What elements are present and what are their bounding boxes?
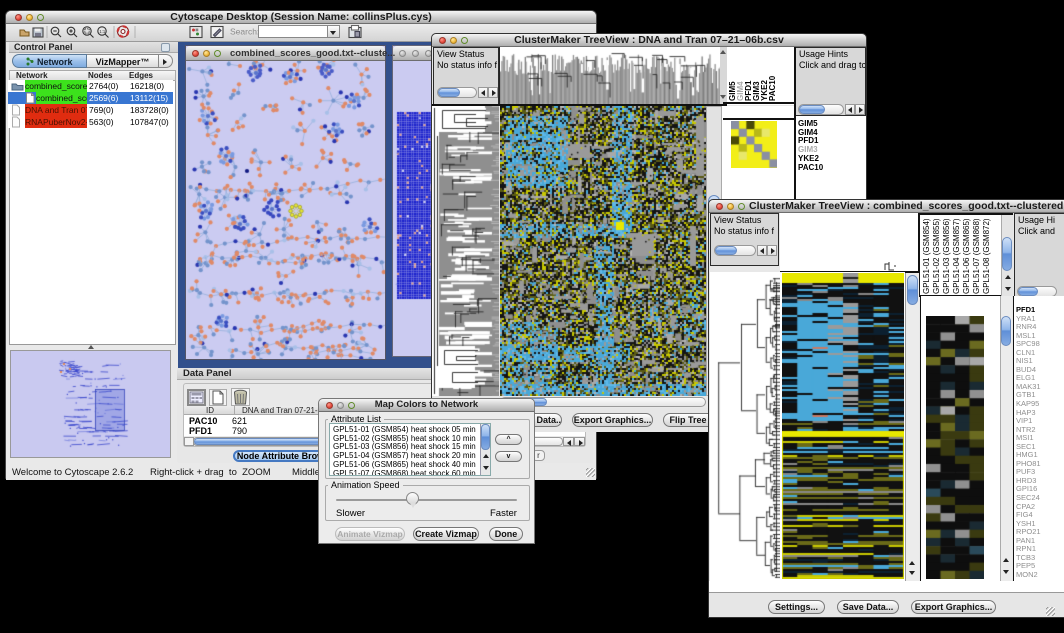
- svg-text:1:1: 1:1: [99, 29, 105, 34]
- svg-text:Search:: Search:: [230, 27, 259, 37]
